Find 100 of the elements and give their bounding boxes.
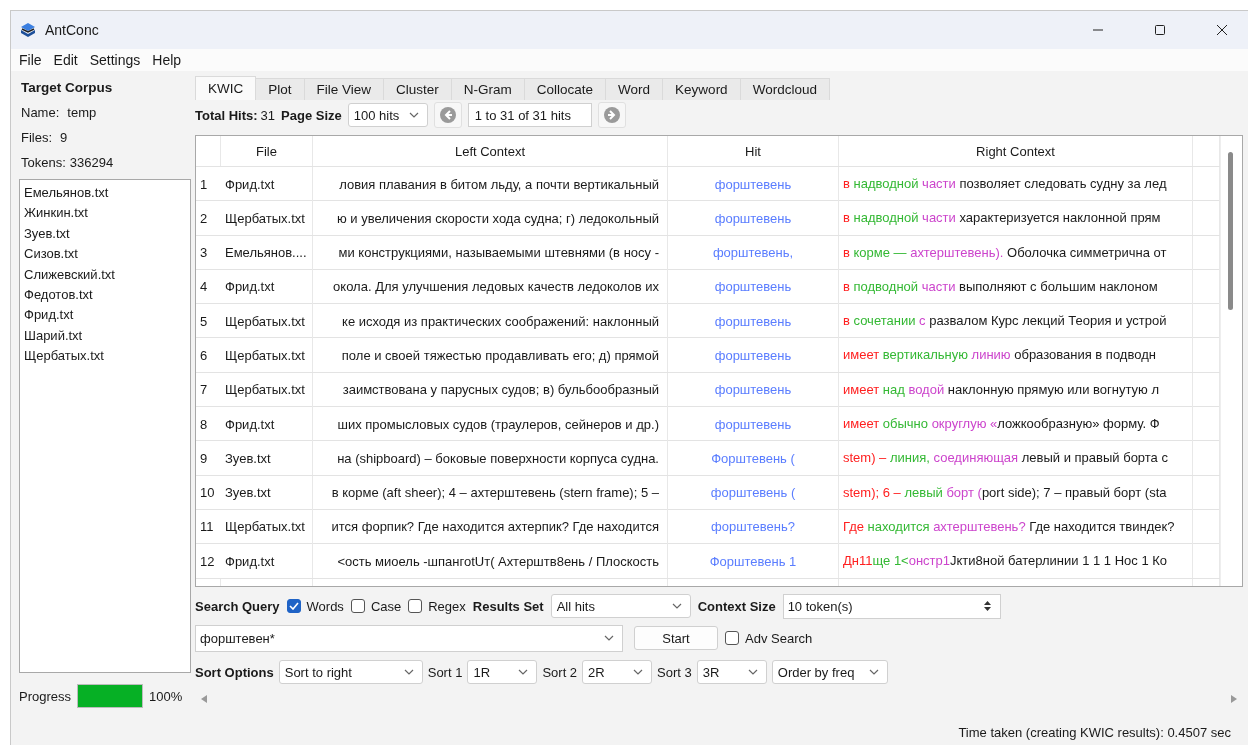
tab[interactable]: N-Gram bbox=[450, 78, 525, 100]
row-number: 11 bbox=[199, 518, 215, 537]
row-number: 12 bbox=[199, 552, 216, 571]
hit-cell: форштевень bbox=[668, 167, 839, 201]
menu-item[interactable]: Settings bbox=[83, 52, 147, 68]
table-cell: <ость миоель -шпангоtUт( Ахтерштв8ень / Плоскость bbox=[313, 544, 668, 579]
window-title: AntConc bbox=[45, 22, 99, 38]
context-size-label: Context Size bbox=[697, 598, 776, 614]
spinner-arrows-icon bbox=[982, 599, 992, 613]
row-number: 4 bbox=[199, 278, 209, 297]
total-hits-label: Total Hits: bbox=[195, 107, 258, 123]
file-list-item[interactable]: Сизов.txt bbox=[24, 244, 186, 265]
menu-item[interactable]: Edit bbox=[47, 52, 84, 68]
table-cell: имеет обычно округлую «ложкообразную» форму. Ф bbox=[839, 407, 1193, 442]
checkbox[interactable] bbox=[350, 599, 365, 613]
tab[interactable]: Collocate bbox=[523, 78, 607, 100]
results-set-dropdown[interactable]: All hits bbox=[550, 594, 691, 618]
total-hits-value: 31 bbox=[260, 107, 276, 123]
table-cell: Щербатых.txt bbox=[221, 509, 313, 544]
column-header[interactable]: File bbox=[221, 136, 313, 166]
scroll-right-icon[interactable] bbox=[1231, 695, 1237, 703]
hit-cell: форштевень bbox=[668, 407, 839, 442]
hit-cell: Форштевень 1 bbox=[668, 544, 839, 579]
file-list-item[interactable]: Жинкин.txt bbox=[24, 203, 186, 224]
page-size-dropdown[interactable]: 100 hits bbox=[347, 103, 428, 127]
table-cell: в надводной части характеризуется наклонной прям bbox=[839, 201, 1193, 236]
field-label: Files: bbox=[21, 130, 53, 145]
sort-mode-dropdown[interactable]: Sort to right bbox=[278, 660, 423, 684]
table-cell: Зуев.txt bbox=[221, 475, 313, 510]
table-cell: Щербатых.txt bbox=[221, 304, 313, 339]
file-list-item[interactable]: Щербатых.txt bbox=[24, 346, 186, 367]
table-cell: на (shipboard) – боковые поверхности корпуса судна. bbox=[313, 441, 668, 476]
sort-level-dropdown[interactable]: 2R bbox=[582, 660, 653, 684]
progress-label: Progress bbox=[19, 688, 72, 704]
previous-page-button[interactable] bbox=[433, 102, 462, 128]
sort-level-dropdown[interactable]: 1R bbox=[467, 660, 538, 684]
start-button[interactable]: Start bbox=[634, 626, 718, 650]
file-list-item[interactable]: Шарий.txt bbox=[24, 325, 186, 347]
file-list-item[interactable]: Зуев.txt bbox=[24, 223, 186, 245]
close-icon[interactable] bbox=[1216, 24, 1228, 36]
corpus-title: Target Corpus bbox=[21, 80, 113, 95]
table-cell: заимствована у парусных судов; в) бульбообразный bbox=[313, 372, 668, 407]
tab[interactable]: Word bbox=[605, 78, 664, 100]
table-cell: имеет над водой наклонную прямую или вогнутую л bbox=[839, 372, 1193, 407]
sort-order-dropdown[interactable]: Order by freq bbox=[771, 660, 888, 684]
tab[interactable]: Plot bbox=[255, 78, 305, 100]
table-cell: поле и своей тяжестью продавливать его; д) прямой bbox=[313, 338, 668, 373]
sort-label: Sort 2 bbox=[542, 664, 578, 680]
field-label: Name: bbox=[21, 105, 60, 120]
table-cell: ловия плавания в битом льду, а почти вертикальный bbox=[313, 167, 668, 201]
search-query-field[interactable]: форштевен* bbox=[195, 624, 623, 652]
menu-item[interactable]: Help bbox=[146, 52, 188, 68]
row-number: 8 bbox=[199, 415, 209, 434]
checkbox[interactable] bbox=[286, 599, 301, 613]
next-page-button[interactable] bbox=[597, 102, 626, 128]
row-number: 5 bbox=[199, 312, 209, 331]
column-header[interactable]: Right Context bbox=[839, 136, 1193, 166]
row-number: 9 bbox=[199, 449, 209, 468]
file-list-item[interactable]: Федотов.txt bbox=[24, 284, 186, 306]
maximize-icon[interactable] bbox=[1154, 24, 1166, 36]
sort-options-label: Sort Options bbox=[195, 664, 274, 680]
checkbox-label: Words bbox=[306, 598, 344, 614]
row-number: 1 bbox=[199, 175, 209, 194]
context-size-spinbox[interactable]: 10 token(s) bbox=[782, 593, 1001, 619]
tab[interactable]: Cluster bbox=[383, 78, 452, 100]
hit-cell: форштевень bbox=[668, 338, 839, 373]
table-cell: stem); 6 – левый борт (port side); 7 – правый борт (sta bbox=[839, 475, 1193, 510]
tab[interactable]: Keyword bbox=[662, 78, 741, 100]
scroll-left-icon[interactable] bbox=[201, 695, 207, 703]
table-cell: в корме (aft sheer); 4 – ахтерштевень (stern frame); 5 – bbox=[313, 475, 668, 510]
row-number: 3 bbox=[199, 244, 209, 263]
table-cell: stem) – линия, соединяющая левый и правый борта с bbox=[839, 441, 1193, 476]
hit-cell: форштевень ( bbox=[668, 475, 839, 510]
checkbox-label: Regex bbox=[428, 598, 466, 614]
status-text: Time taken (creating KWIC results): 0.4507 sec bbox=[958, 724, 1231, 740]
page-range-field[interactable]: 1 to 31 of 31 hits bbox=[467, 103, 592, 127]
tab[interactable]: Wordcloud bbox=[739, 78, 830, 100]
file-list-item[interactable]: Слижевский.txt bbox=[24, 264, 186, 285]
table-cell: Зуев.txt bbox=[221, 441, 313, 476]
menu-item[interactable]: File bbox=[13, 52, 48, 68]
table-cell: в надводной части позволяет следовать судну за лед bbox=[839, 167, 1193, 201]
column-header[interactable]: Hit bbox=[668, 136, 839, 166]
checkbox-label: Case bbox=[370, 598, 402, 614]
file-list-item[interactable]: Емельянов.txt bbox=[24, 183, 186, 204]
table-cell: ится форпик? Где находится ахтерпик? Где находится bbox=[313, 509, 668, 544]
table-cell: в подводной части выполняют с большим наклоном bbox=[839, 269, 1193, 304]
table-cell: имеет вертикальную линию образования в подводн bbox=[839, 338, 1193, 373]
row-number: 10 bbox=[199, 484, 216, 503]
checkbox[interactable] bbox=[725, 631, 739, 645]
table-cell: ми конструкциями, называемыми штевнями (в носу - bbox=[313, 235, 668, 270]
results-set-label: Results Set bbox=[472, 598, 544, 614]
sort-level-dropdown[interactable]: 3R bbox=[696, 660, 767, 684]
tab[interactable]: File View bbox=[303, 78, 385, 100]
checkbox[interactable] bbox=[408, 599, 423, 613]
file-list-item[interactable]: Фрид.txt bbox=[24, 305, 186, 326]
tab[interactable]: KWIC bbox=[195, 76, 257, 100]
column-header[interactable]: Left Context bbox=[313, 136, 668, 166]
hit-cell: форштевень, bbox=[668, 235, 839, 270]
caret-icon bbox=[604, 635, 614, 641]
table-cell: в корме — ахтерштевень). Оболочка симметрична от bbox=[839, 235, 1193, 270]
